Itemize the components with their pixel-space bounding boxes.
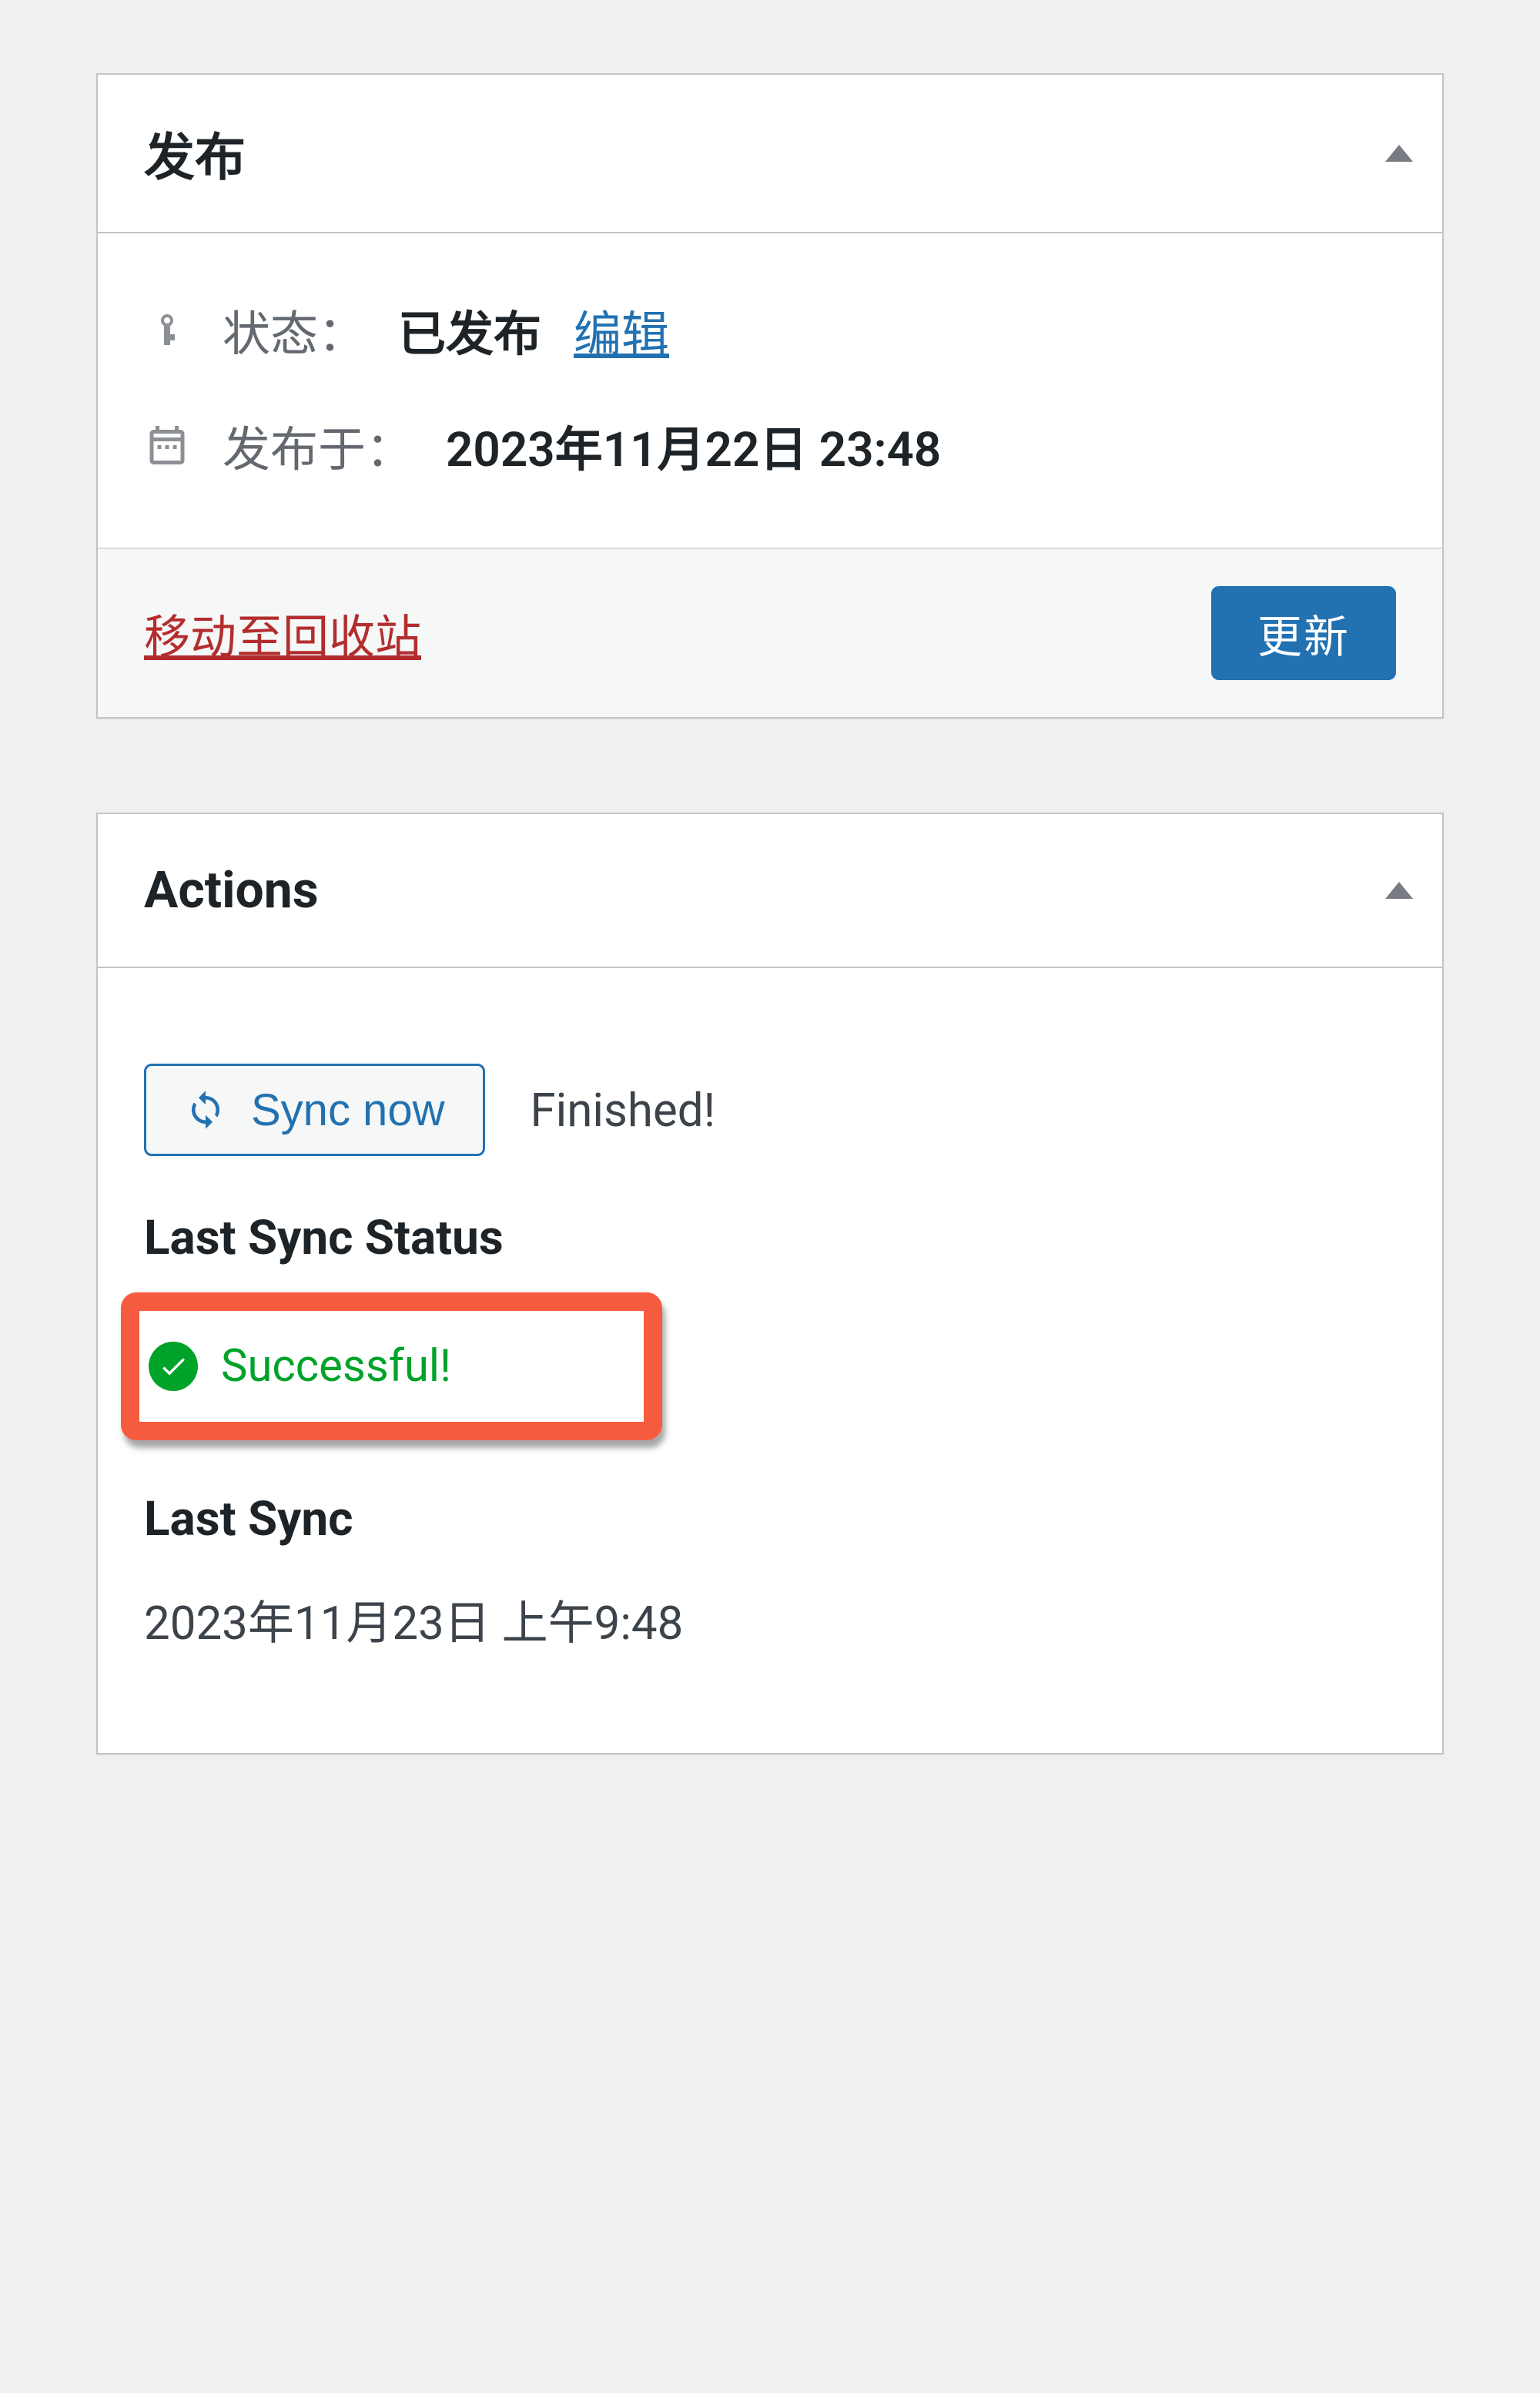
publish-minor-section: 状态： 已发布 编辑 发布于： 2023年11月22日 23:48 [98, 233, 1442, 548]
last-sync-heading: Last Sync [144, 1491, 1396, 1547]
edit-status-link[interactable]: 编辑 [574, 295, 669, 364]
move-to-trash-link[interactable]: 移动至回收站 [144, 610, 421, 665]
collapse-up-icon [1385, 882, 1413, 899]
publish-status-row: 状态： 已发布 编辑 [144, 272, 1396, 387]
actions-metabox-header[interactable]: Actions [98, 814, 1442, 968]
published-on-value: 2023年11月22日 23:48 [446, 411, 941, 480]
publish-major-actions: 移动至回收站 更新 [98, 548, 1442, 717]
status-label: 状态： [223, 295, 366, 364]
publish-metabox: 发布 状态： 已发布 编辑 发布于： 2023年11月22日 23:48 移动至… [96, 73, 1444, 719]
key-icon [144, 303, 190, 357]
sync-finished-label: Finished! [530, 1083, 715, 1138]
actions-metabox-title: Actions [144, 861, 319, 920]
collapse-up-icon [1385, 145, 1413, 162]
sync-status-highlight: Successful! [121, 1292, 662, 1440]
publish-metabox-header[interactable]: 发布 [98, 75, 1442, 233]
update-button[interactable]: 更新 [1211, 586, 1396, 680]
calendar-icon [144, 421, 190, 470]
sync-row: Sync now Finished! [144, 1064, 1396, 1156]
published-on-label: 发布于： [223, 411, 413, 480]
actions-metabox: Actions Sync now Finished! Last Sync Sta… [96, 813, 1444, 1755]
sync-status-value: Successful! [221, 1340, 451, 1393]
status-value: 已发布 [398, 295, 541, 364]
last-sync-status-heading: Last Sync Status [144, 1210, 1396, 1266]
sync-now-button[interactable]: Sync now [144, 1064, 485, 1156]
check-circle-icon [149, 1342, 198, 1391]
actions-metabox-body: Sync now Finished! Last Sync Status Succ… [98, 968, 1442, 1753]
sync-now-label: Sync now [251, 1084, 444, 1136]
last-sync-value: 2023年11月23日 上午9:48 [144, 1586, 1396, 1653]
sync-icon [185, 1089, 226, 1131]
publishing-action: 更新 [1211, 586, 1396, 680]
delete-action: 移动至回收站 [144, 600, 421, 667]
publish-metabox-title: 发布 [144, 116, 246, 190]
publish-date-row: 发布于： 2023年11月22日 23:48 [144, 387, 1396, 503]
